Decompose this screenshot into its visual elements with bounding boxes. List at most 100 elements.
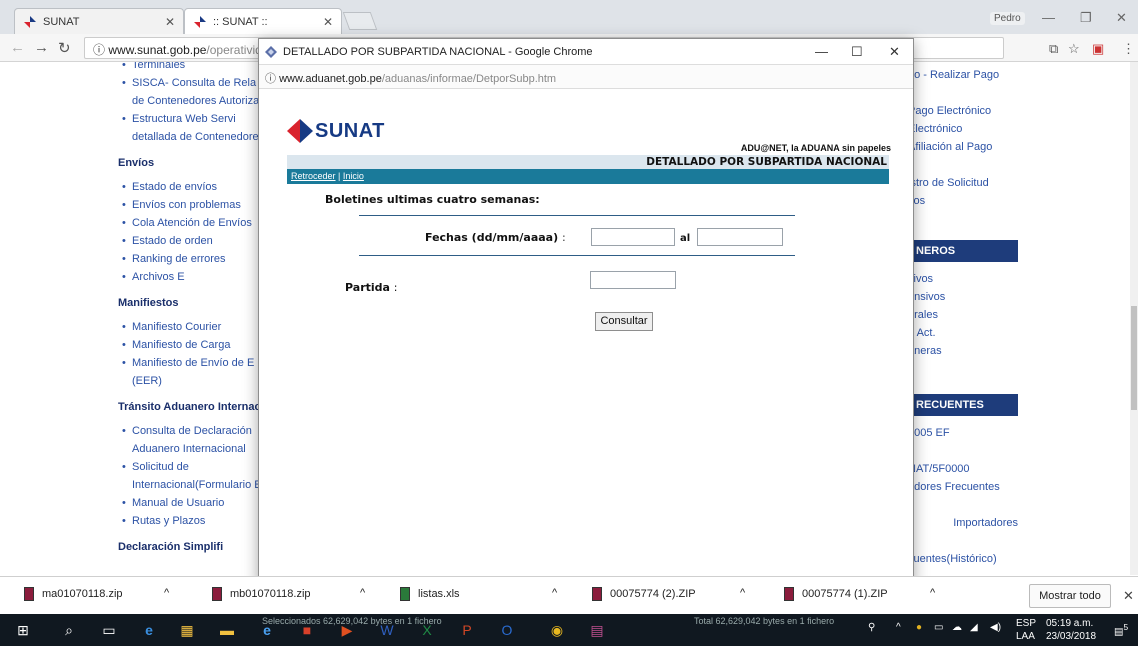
menu-link[interactable]: SISCA- Consulta de Rela xyxy=(118,74,268,92)
menu-link[interactable]: Manual de Usuario xyxy=(118,494,268,512)
chevron-up-icon[interactable]: ^ xyxy=(740,587,745,599)
menu-link[interactable]: rio - Realizar Pago xyxy=(908,66,1018,84)
close-tab-icon[interactable]: ✕ xyxy=(165,15,175,29)
outlook-icon[interactable]: O xyxy=(496,619,518,641)
cloud-icon[interactable]: ☁ xyxy=(952,622,962,633)
menu-link[interactable]: aneras xyxy=(908,342,1018,360)
menu-link[interactable]: Ranking de errores xyxy=(118,250,268,268)
menu-link[interactable]: Envíos con problemas xyxy=(118,196,268,214)
windows-start-icon[interactable]: ⊞ xyxy=(12,619,34,641)
menu-link[interactable]: Terminales xyxy=(118,62,268,74)
menu-link[interactable]: o Act. xyxy=(908,324,1018,342)
extension-icon[interactable]: ▣ xyxy=(1092,41,1104,57)
task-view-icon[interactable]: ▭ xyxy=(98,619,120,641)
menu-link[interactable]: (EER) xyxy=(118,372,268,390)
profile-button[interactable]: Pedro xyxy=(990,12,1025,25)
menu-dots-icon[interactable]: ⋮ xyxy=(1122,41,1135,57)
store-icon[interactable]: ▦ xyxy=(176,619,198,641)
download-item[interactable]: 00075774 (2).ZIP xyxy=(592,587,696,601)
chevron-up-icon[interactable]: ^ xyxy=(360,587,365,599)
menu-link[interactable]: Electrónico xyxy=(908,120,1018,138)
people-icon[interactable]: ⚲ xyxy=(868,622,875,633)
popup-close-icon[interactable]: ✕ xyxy=(889,44,900,60)
clock[interactable]: 05:19 a.m. 23/03/2018 xyxy=(1046,617,1096,643)
file-explorer-icon[interactable]: ▬ xyxy=(216,619,238,641)
network-icon[interactable]: ▭ xyxy=(934,622,943,633)
new-tab-button[interactable] xyxy=(342,12,378,30)
close-shelf-icon[interactable]: ✕ xyxy=(1123,588,1134,604)
chrome-icon[interactable]: ◉ xyxy=(546,619,568,641)
volume-icon[interactable]: ◀) xyxy=(990,622,1001,633)
menu-link[interactable]: Manifiesto de Envío de E xyxy=(118,354,268,372)
translate-icon[interactable]: ⧉ xyxy=(1049,41,1058,57)
menu-link[interactable]: Manifiesto de Carga xyxy=(118,336,268,354)
menu-link[interactable]: NAT/5F0000 xyxy=(908,460,1018,478)
retroceder-link[interactable]: Retroceder xyxy=(291,171,336,181)
menu-link[interactable]: Internacional(Formulario E xyxy=(118,476,268,494)
chevron-up-icon[interactable]: ^ xyxy=(930,587,935,599)
edge-icon[interactable]: e xyxy=(138,619,160,641)
menu-link[interactable]: Consulta de Declaración xyxy=(118,422,268,440)
close-window-icon[interactable]: ✕ xyxy=(1116,10,1127,26)
menu-link[interactable]: Estructura Web Servi xyxy=(118,110,268,128)
info-icon: ⓘ xyxy=(265,73,276,85)
popup-minimize-icon[interactable]: — xyxy=(815,44,828,59)
show-all-button[interactable]: Mostrar todo xyxy=(1029,584,1111,608)
menu-link[interactable]: de Contenedores Autoriza xyxy=(118,92,268,110)
tab-sunat-active[interactable]: :: SUNAT :: ✕ xyxy=(184,8,342,34)
fecha-desde-input[interactable] xyxy=(591,228,675,246)
forward-arrow-icon[interactable]: → xyxy=(34,39,49,56)
maximize-icon[interactable]: ❐ xyxy=(1080,10,1092,26)
menu-link[interactable]: Aduanero Internacional xyxy=(118,440,268,458)
search-icon[interactable]: ⌕ xyxy=(58,619,80,641)
menu-link[interactable]: Manifiesto Courier xyxy=(118,318,268,336)
popup-maximize-icon[interactable]: ☐ xyxy=(851,44,863,60)
chevron-up-icon[interactable]: ^ xyxy=(552,587,557,599)
bookmark-star-icon[interactable]: ☆ xyxy=(1068,41,1080,57)
menu-link[interactable]: Estado de orden xyxy=(118,232,268,250)
download-item[interactable]: ma01070118.zip xyxy=(24,587,123,601)
menu-link[interactable]: cuentes(Histórico) xyxy=(908,550,1018,568)
chevron-up-icon[interactable]: ^ xyxy=(164,587,169,599)
menu-link[interactable]: 2005 EF xyxy=(908,424,1018,442)
partida-input[interactable] xyxy=(590,271,676,289)
download-item[interactable]: mb01070118.zip xyxy=(212,587,311,601)
close-tab-icon[interactable]: ✕ xyxy=(323,15,333,29)
minimize-icon[interactable]: — xyxy=(1042,10,1055,25)
menu-link[interactable]: Estado de envíos xyxy=(118,178,268,196)
wifi-icon[interactable]: ◢ xyxy=(970,622,978,633)
menu-header: NEROS xyxy=(908,240,1018,262)
download-item[interactable]: listas.xls xyxy=(400,587,460,601)
notifications-icon[interactable]: ▤5 xyxy=(1114,622,1128,637)
menu-link[interactable]: Afiliación al Pago xyxy=(908,138,1018,156)
reload-icon[interactable]: ↻ xyxy=(58,39,71,57)
download-item[interactable]: 00075774 (1).ZIP xyxy=(784,587,888,601)
menu-link[interactable]: adores Frecuentes xyxy=(908,478,1018,496)
menu-link[interactable]: istro de Solicitud xyxy=(908,174,1018,192)
tray-app-icon[interactable]: ● xyxy=(916,622,922,633)
language-indicator[interactable]: ESP LAA xyxy=(1016,617,1036,643)
zip-file-icon xyxy=(212,587,222,601)
tray-chevron-icon[interactable]: ^ xyxy=(896,622,901,633)
menu-link[interactable]: orales xyxy=(908,306,1018,324)
menu-link[interactable]: Solicitud de xyxy=(118,458,268,476)
powerpoint-icon[interactable]: P xyxy=(456,619,478,641)
menu-link[interactable]: ensivos xyxy=(908,288,1018,306)
menu-link[interactable]: detallada de Contenedore xyxy=(118,128,268,146)
menu-link[interactable]: cos xyxy=(908,192,1018,210)
menu-link[interactable]: Pago Electrónico xyxy=(908,102,1018,120)
winrar-icon[interactable]: ▤ xyxy=(586,619,608,641)
back-arrow-icon[interactable]: ← xyxy=(10,39,25,56)
consultar-button[interactable]: Consultar xyxy=(595,312,653,331)
scrollbar-thumb[interactable] xyxy=(1131,306,1137,410)
popup-address-bar[interactable]: ⓘ www.aduanet.gob.pe/aduanas/informae/De… xyxy=(259,65,913,89)
menu-link[interactable]: Cola Atención de Envíos xyxy=(118,214,268,232)
page-scrollbar[interactable] xyxy=(1130,62,1138,575)
menu-link[interactable]: Rutas y Plazos xyxy=(118,512,268,530)
tab-sunat[interactable]: SUNAT ✕ xyxy=(14,8,184,34)
menu-link[interactable]: Archivos E xyxy=(118,268,268,286)
inicio-link[interactable]: Inicio xyxy=(343,171,364,181)
menu-link[interactable]: ltivos xyxy=(908,270,1018,288)
menu-link[interactable]: Importadores xyxy=(908,514,1018,532)
fecha-hasta-input[interactable] xyxy=(697,228,783,246)
